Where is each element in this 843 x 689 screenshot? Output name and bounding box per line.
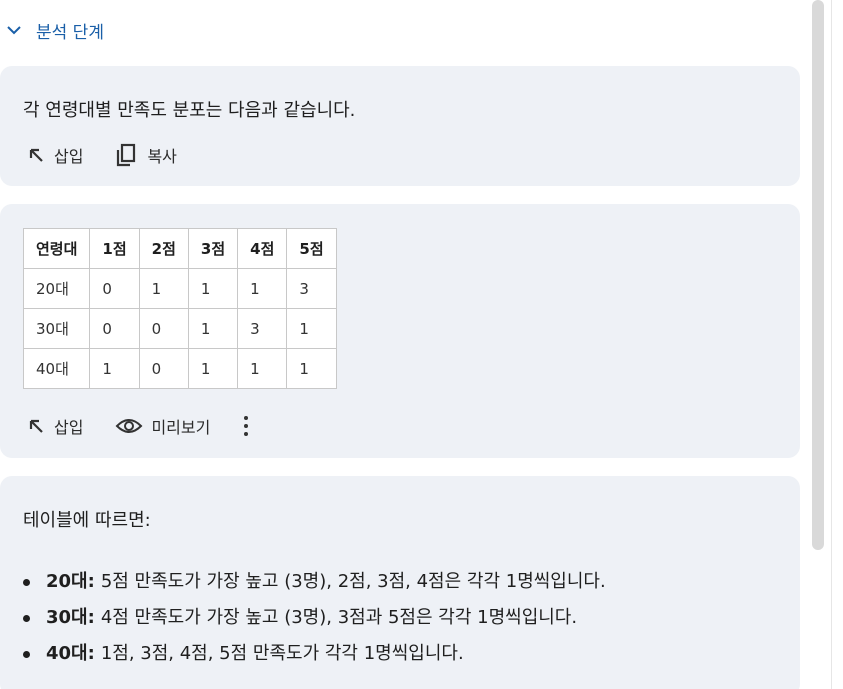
table-cell: 3: [286, 268, 337, 309]
satisfaction-table: 연령대 1점 2점 3점 4점 5점 20대 0 1 1 1 3 30대 0 0…: [22, 228, 337, 389]
list-item: 30대: 4점 만족도가 가장 높고 (3명), 3점과 5점은 각각 1명씩입…: [23, 600, 606, 636]
summary-intro: 테이블에 따르면:: [23, 510, 151, 531]
summary-card: 테이블에 따르면: 20대: 5점 만족도가 가장 높고 (3명), 2점, 3…: [0, 476, 800, 689]
table-cell: 0: [89, 308, 140, 349]
table-cell: 1: [286, 308, 337, 349]
bullet-text: 5점 만족도가 가장 높고 (3명), 2점, 3점, 4점은 각각 1명씩입니…: [100, 571, 606, 592]
arrow-up-left-icon: [29, 419, 43, 433]
table-card: 연령대 1점 2점 3점 4점 5점 20대 0 1 1 1 3 30대 0 0…: [0, 204, 800, 458]
analysis-steps-toggle[interactable]: 분석 단계: [6, 16, 104, 44]
table-cell: 0: [138, 348, 189, 389]
bullet-dot: [23, 578, 30, 586]
table-cell: 1: [187, 348, 239, 389]
table-cell: 0: [89, 268, 140, 309]
list-item: 20대: 5점 만족도가 가장 높고 (3명), 2점, 3점, 4점은 각각 …: [23, 564, 606, 600]
table-cell: 1: [89, 348, 140, 389]
table-actions: 삽입 미리보기: [26, 414, 282, 438]
more-options-button[interactable]: [242, 415, 250, 437]
bullet-text: 1점, 3점, 4점, 5점 만족도가 각각 1명씩입니다.: [100, 643, 464, 664]
table-header-cell: 연령대: [22, 228, 91, 269]
insert-table-label: 삽입: [54, 418, 84, 437]
outer-scrollbar-track[interactable]: [831, 0, 843, 689]
table-header-cell: 3점: [187, 228, 239, 269]
table-cell: 0: [138, 308, 189, 349]
table-row: 20대 0 1 1 1 3: [22, 268, 337, 309]
intro-actions: 삽입 복사: [26, 142, 209, 168]
copy-label: 복사: [147, 147, 177, 166]
table-cell: 1: [187, 308, 239, 349]
table-header-cell: 2점: [138, 228, 189, 269]
table-cell: 1: [237, 268, 288, 309]
bullet-label: 30대:: [46, 607, 95, 628]
copy-button[interactable]: 복사: [115, 142, 177, 168]
bullet-dot: [23, 614, 30, 622]
preview-label: 미리보기: [151, 418, 211, 437]
analysis-steps-label: 분석 단계: [36, 22, 104, 43]
table-row: 30대 0 0 1 3 1: [22, 308, 337, 349]
list-item: 40대: 1점, 3점, 4점, 5점 만족도가 각각 1명씩입니다.: [23, 636, 606, 672]
table-cell: 1: [187, 268, 239, 309]
table-cell: 1: [138, 268, 189, 309]
insert-table-button[interactable]: 삽입: [26, 414, 83, 438]
bullet-label: 20대:: [46, 571, 95, 592]
table-cell: 20대: [22, 268, 91, 309]
bullet-text: 4점 만족도가 가장 높고 (3명), 3점과 5점은 각각 1명씩입니다.: [100, 607, 578, 628]
chevron-down-icon: [7, 26, 21, 35]
table-row: 40대 1 0 1 1 1: [22, 348, 337, 389]
bullet-label: 40대:: [46, 643, 95, 664]
arrow-up-left-icon: [29, 148, 43, 162]
bullet-dot: [23, 650, 30, 658]
summary-list: 20대: 5점 만족도가 가장 높고 (3명), 2점, 3점, 4점은 각각 …: [23, 564, 606, 672]
scrollbar-thumb[interactable]: [812, 0, 824, 550]
table-cell: 40대: [22, 348, 91, 389]
insert-label: 삽입: [54, 147, 84, 166]
table-cell: 3: [237, 308, 288, 349]
eye-icon: [116, 419, 143, 433]
intro-text: 각 연령대별 만족도 분포는 다음과 같습니다.: [23, 100, 356, 121]
table-cell: 1: [237, 348, 288, 389]
table-header-cell: 1점: [89, 228, 140, 269]
table-cell: 30대: [22, 308, 91, 349]
table-header-row: 연령대 1점 2점 3점 4점 5점: [22, 228, 337, 269]
insert-button[interactable]: 삽입: [26, 143, 83, 167]
table-cell: 1: [286, 348, 337, 389]
more-vertical-icon: [244, 416, 249, 436]
preview-button[interactable]: 미리보기: [115, 414, 210, 438]
table-header-cell: 5점: [286, 228, 337, 269]
copy-icon: [117, 143, 136, 167]
table-header-cell: 4점: [237, 228, 288, 269]
intro-card: 각 연령대별 만족도 분포는 다음과 같습니다. 삽입 복사: [0, 66, 800, 186]
